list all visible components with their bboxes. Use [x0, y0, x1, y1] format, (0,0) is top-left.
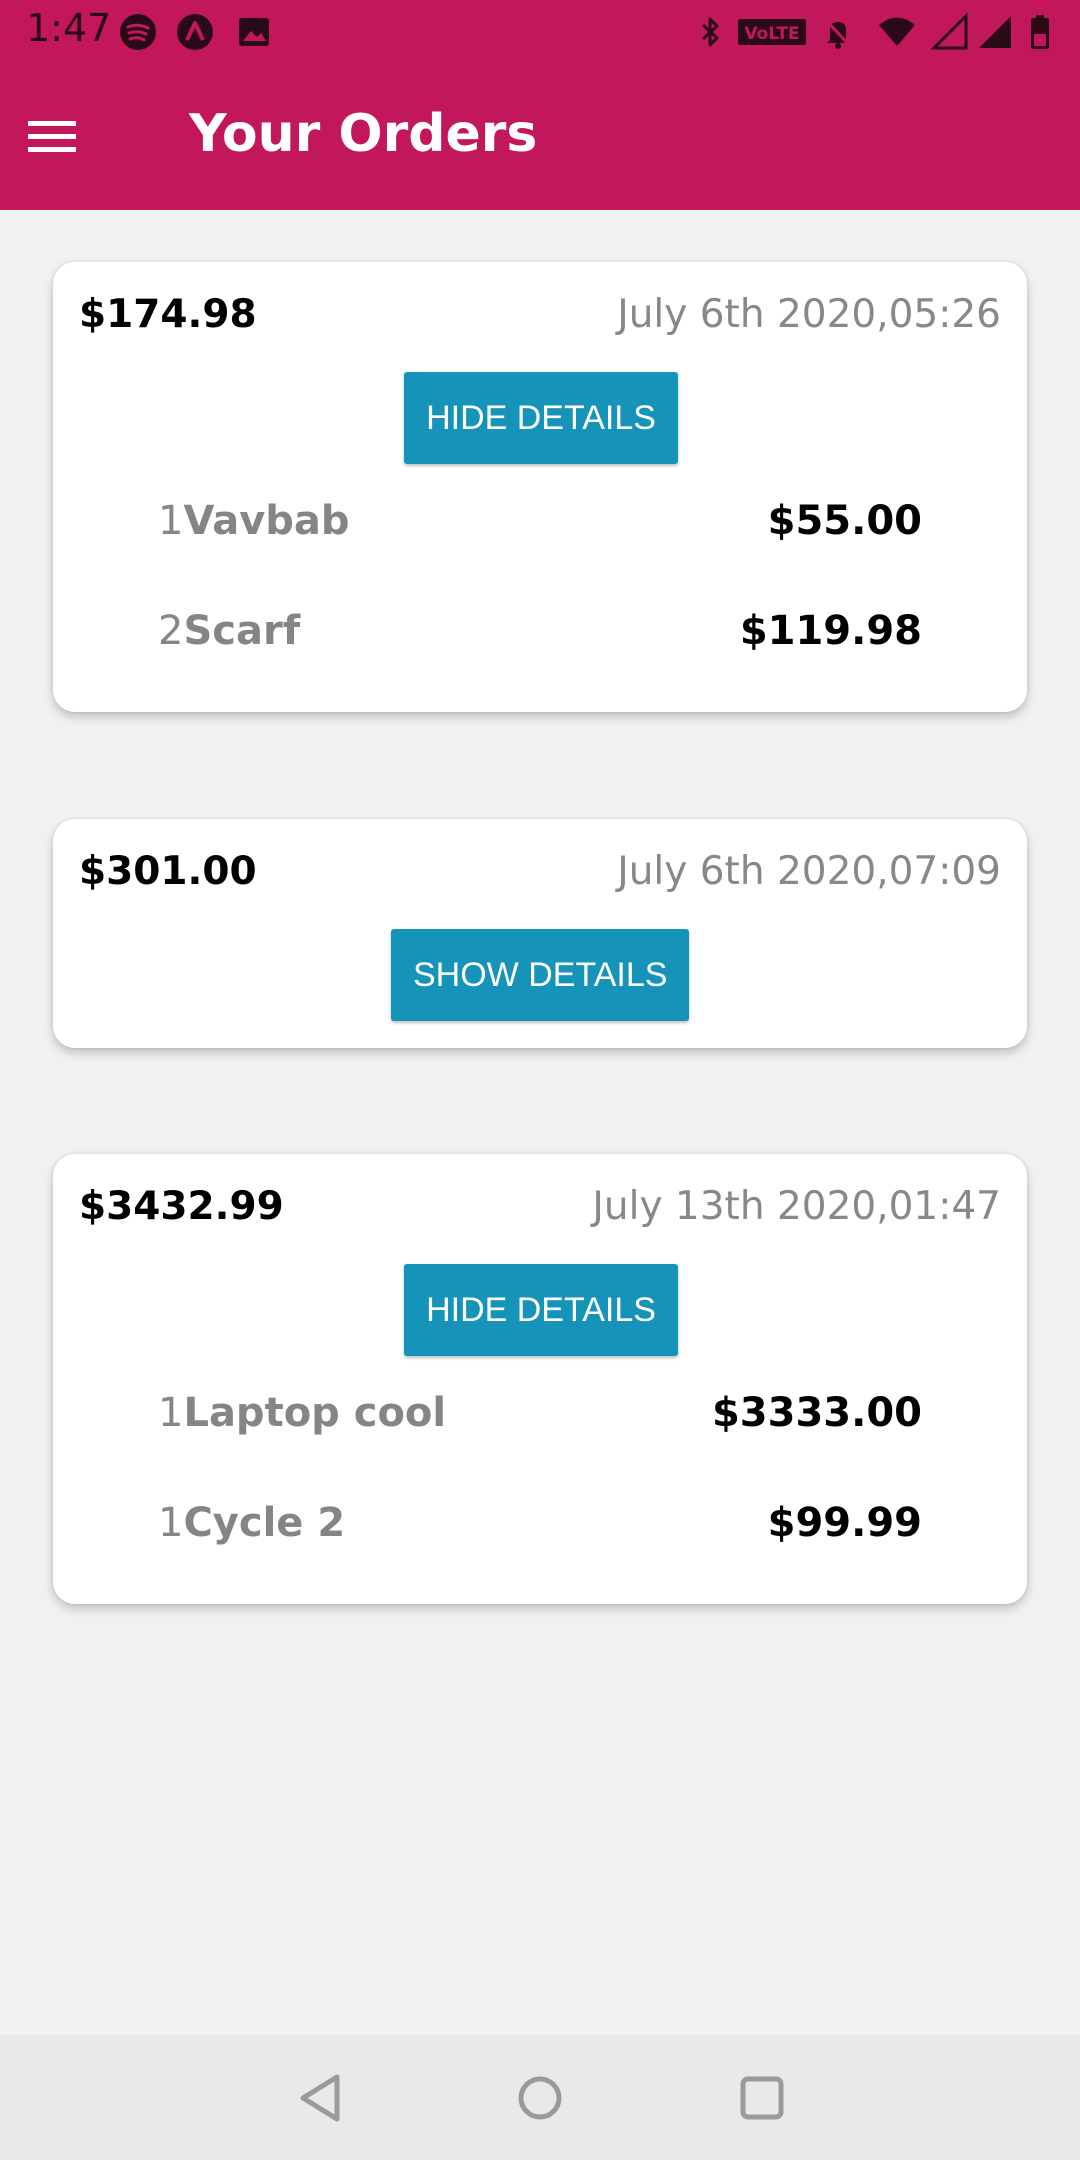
order-item-row: 1Vavbab $55.00 [158, 498, 922, 558]
order-item-row: 1Laptop cool $3333.00 [158, 1390, 922, 1450]
arc-icon [175, 12, 215, 52]
bluetooth-icon [690, 12, 730, 52]
item-quantity: 1 [158, 1390, 184, 1436]
order-item-label: 1Cycle 2 [158, 1500, 345, 1546]
order-card: $301.00 July 6th 2020,07:09 SHOW DETAILS [53, 819, 1027, 1048]
order-item-label: 1Vavbab [158, 498, 350, 544]
order-date: July 13th 2020,01:47 [592, 1184, 1001, 1229]
volte-label: VoLTE [744, 24, 799, 44]
item-name: Vavbab [183, 498, 350, 544]
item-name: Laptop cool [183, 1390, 447, 1436]
item-quantity: 1 [158, 1500, 184, 1546]
notifications-off-icon [818, 12, 858, 52]
item-price: $3333.00 [711, 1390, 922, 1436]
item-price: $119.98 [739, 608, 922, 654]
hamburger-menu-icon[interactable] [14, 102, 90, 172]
item-name: Scarf [183, 608, 301, 654]
back-icon[interactable] [285, 2063, 355, 2133]
recents-icon[interactable] [727, 2063, 797, 2133]
order-date: July 6th 2020,05:26 [617, 292, 1001, 337]
battery-icon [1025, 12, 1055, 52]
page-title: Your Orders [189, 104, 538, 164]
order-total: $301.00 [79, 849, 257, 894]
image-icon [234, 12, 274, 52]
signal-icon [930, 12, 970, 52]
app-bar: Your Orders [0, 64, 1080, 210]
hide-details-button[interactable]: HIDE DETAILS [404, 1264, 678, 1356]
wifi-icon [877, 12, 917, 52]
order-card: $174.98 July 6th 2020,05:26 HIDE DETAILS… [53, 262, 1027, 712]
home-icon[interactable] [505, 2063, 575, 2133]
item-quantity: 2 [158, 608, 184, 654]
item-name: Cycle 2 [183, 1500, 346, 1546]
system-nav-bar [0, 2035, 1080, 2160]
order-item-row: 2Scarf $119.98 [158, 608, 922, 668]
order-item-row: 1Cycle 2 $99.99 [158, 1500, 922, 1560]
status-time: 1:47 [26, 6, 112, 50]
volte-icon: VoLTE [737, 12, 807, 52]
status-bar: 1:47 VoLTE [0, 0, 1080, 64]
spotify-icon [118, 12, 158, 52]
order-card: $3432.99 July 13th 2020,01:47 HIDE DETAI… [53, 1154, 1027, 1604]
hide-details-button[interactable]: HIDE DETAILS [404, 372, 678, 464]
item-quantity: 1 [158, 498, 184, 544]
order-date: July 6th 2020,07:09 [617, 849, 1001, 894]
order-item-label: 2Scarf [158, 608, 300, 654]
order-total: $3432.99 [79, 1184, 284, 1229]
item-price: $99.99 [767, 1500, 922, 1546]
order-item-label: 1Laptop cool [158, 1390, 446, 1436]
order-total: $174.98 [79, 292, 257, 337]
item-price: $55.00 [767, 498, 922, 544]
show-details-button[interactable]: SHOW DETAILS [391, 929, 689, 1021]
signal-icon [975, 12, 1015, 52]
